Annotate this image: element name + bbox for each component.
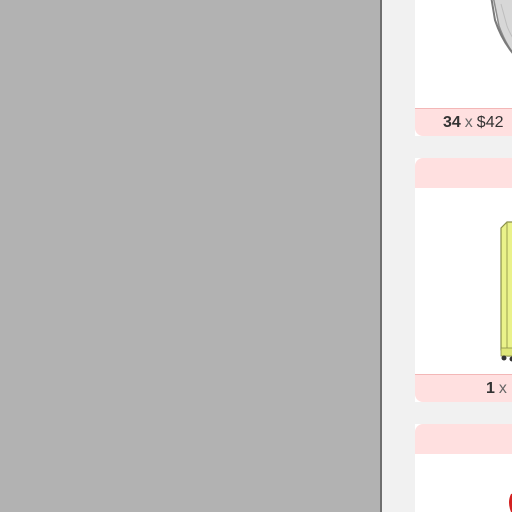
product-card-tray[interactable]: 34 x $42	[415, 0, 512, 136]
product-card-footer: 1 x	[415, 374, 512, 402]
times-symbol: x	[498, 379, 507, 397]
unit-price: $42	[476, 113, 504, 131]
yellow-cabinet-image	[500, 221, 512, 362]
quantity: 1	[486, 379, 495, 397]
product-image-tray	[415, 0, 512, 108]
storage-tray-image	[490, 0, 512, 54]
product-card-red[interactable]	[415, 424, 512, 512]
red-item-image	[509, 493, 512, 512]
product-card-header	[415, 158, 512, 188]
product-viewer-area	[0, 0, 380, 512]
product-card-footer: 34 x $42	[415, 108, 512, 136]
product-list-panel: 34 x $42 1 x	[382, 0, 512, 512]
product-card-header	[415, 424, 512, 454]
product-card-cabinet[interactable]: 1 x	[415, 158, 512, 402]
times-symbol: x	[464, 113, 473, 131]
product-image-cabinet	[415, 188, 512, 374]
product-image-red	[415, 454, 512, 512]
quantity: 34	[443, 113, 461, 131]
